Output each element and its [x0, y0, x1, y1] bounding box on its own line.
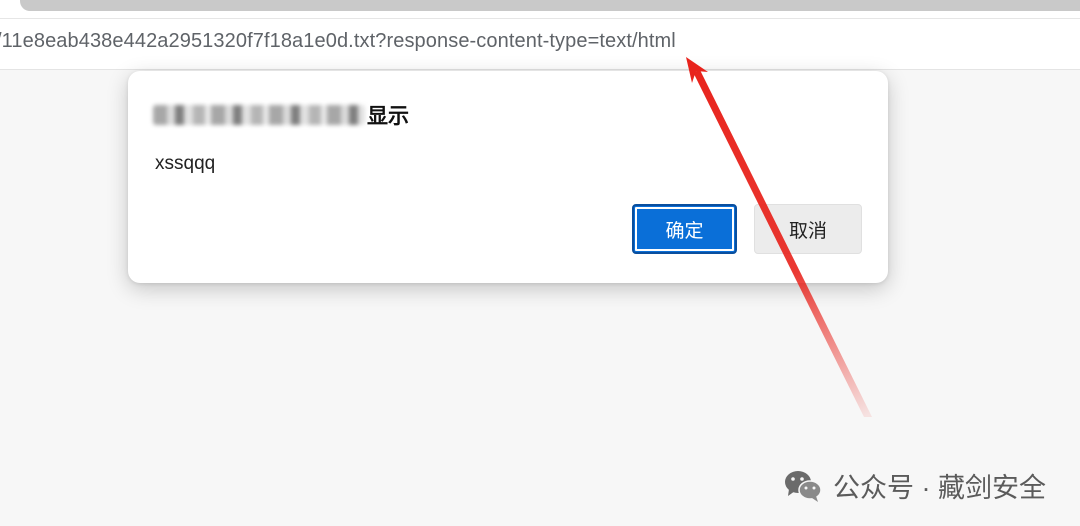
tab-strip — [0, 0, 1080, 18]
cancel-button[interactable]: 取消 — [754, 204, 862, 254]
dialog-message: xssqqq — [155, 153, 216, 174]
watermark: 公众号 · 藏剑安全 — [783, 466, 1046, 505]
alert-dialog: 显示 xssqqq 确定 取消 — [128, 71, 888, 283]
dialog-title: 显示 — [367, 105, 409, 128]
watermark-text: 公众号 · 藏剑安全 — [833, 473, 1046, 503]
wechat-icon — [785, 470, 822, 502]
address-bar[interactable]: /11e8eab438e442a2951320f7f18a1e0d.txt?re… — [0, 18, 1080, 70]
blurred-origin — [153, 105, 365, 125]
browser-tab[interactable] — [20, 0, 1080, 11]
ok-button[interactable]: 确定 — [632, 204, 737, 254]
dialog-title-row: 显示 — [153, 102, 409, 128]
address-url[interactable]: /11e8eab438e442a2951320f7f18a1e0d.txt?re… — [0, 30, 676, 53]
